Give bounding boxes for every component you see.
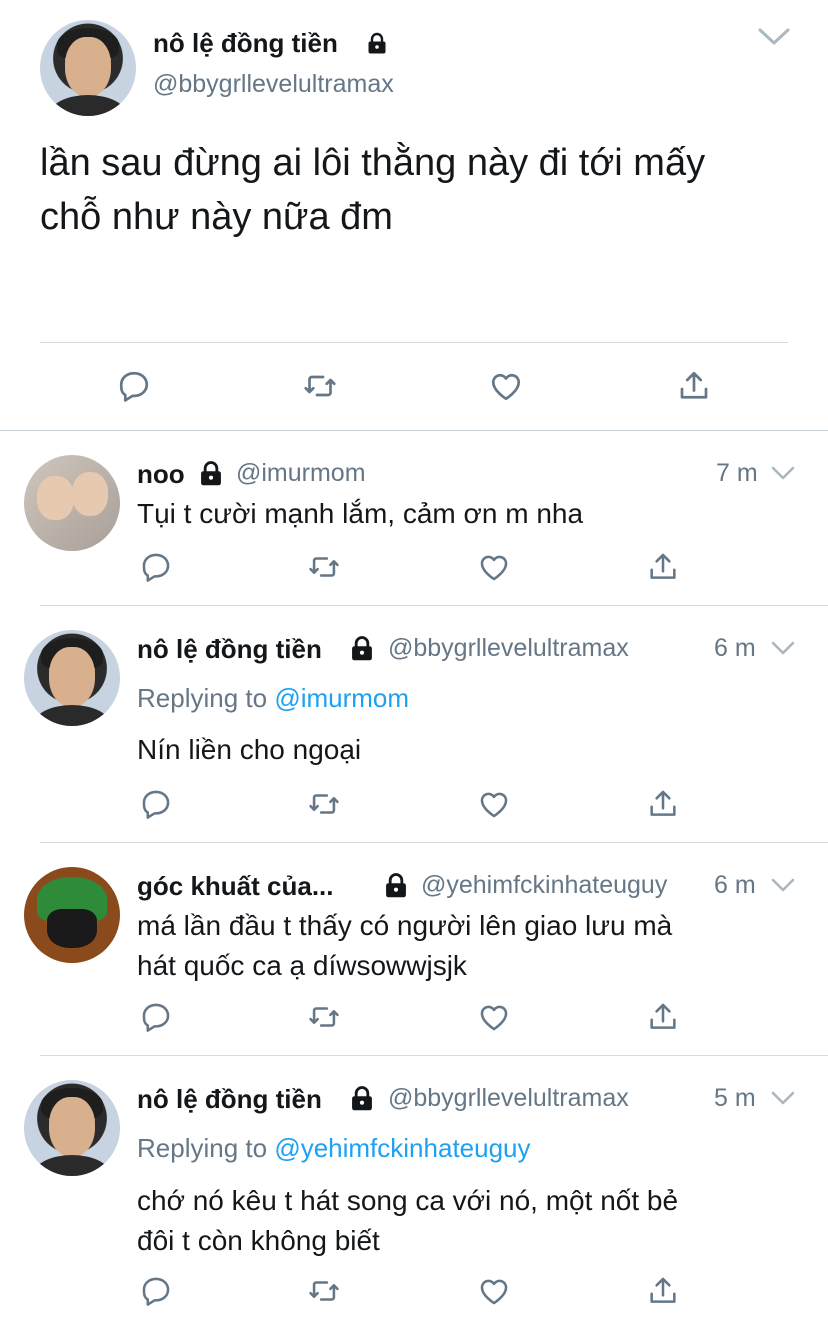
- reply-author-name[interactable]: góc khuất của...: [137, 871, 334, 902]
- share-icon[interactable]: [646, 550, 680, 584]
- retweet-icon[interactable]: [302, 368, 338, 404]
- section-divider: [0, 430, 828, 431]
- retweet-icon[interactable]: [307, 1274, 341, 1308]
- timestamp: 5 m: [714, 1084, 756, 1112]
- lock-icon: [201, 461, 221, 486]
- divider: [40, 1055, 828, 1056]
- timestamp: 6 m: [714, 871, 756, 899]
- lock-icon: [368, 32, 386, 54]
- share-icon[interactable]: [646, 1000, 680, 1034]
- timestamp: 6 m: [714, 634, 756, 662]
- reply-author-handle[interactable]: @imurmom: [236, 459, 366, 488]
- reply-author-name[interactable]: noo: [137, 459, 185, 490]
- reply-text-line: đôi t còn không biết: [137, 1225, 380, 1256]
- heart-icon[interactable]: [477, 550, 511, 584]
- retweet-icon[interactable]: [307, 787, 341, 821]
- timestamp: 7 m: [716, 459, 758, 487]
- replying-to: Replying to @yehimfckinhateuguy: [137, 1133, 531, 1164]
- heart-icon[interactable]: [488, 368, 524, 404]
- heart-icon[interactable]: [477, 1000, 511, 1034]
- reply-icon[interactable]: [139, 787, 173, 821]
- chevron-down-icon[interactable]: [770, 464, 796, 482]
- author-handle[interactable]: @bbygrllevelultramax: [153, 70, 394, 99]
- replying-label: Replying to: [137, 683, 268, 713]
- divider: [40, 842, 828, 843]
- reply-text: má lần đầu t thấy có người lên giao lưu …: [137, 906, 672, 986]
- reply-text: chớ nó kêu t hát song ca với nó, một nốt…: [137, 1181, 678, 1261]
- retweet-icon[interactable]: [307, 550, 341, 584]
- divider: [40, 342, 788, 343]
- avatar[interactable]: [24, 1080, 120, 1176]
- replying-to: Replying to @imurmom: [137, 683, 409, 714]
- avatar[interactable]: [24, 867, 120, 963]
- lock-icon: [352, 636, 372, 661]
- reply-author-name[interactable]: nô lệ đồng tiền: [137, 634, 322, 665]
- chevron-down-icon[interactable]: [770, 639, 796, 657]
- heart-icon[interactable]: [477, 1274, 511, 1308]
- reply-icon[interactable]: [139, 1274, 173, 1308]
- reply-icon[interactable]: [139, 550, 173, 584]
- reply-text-line: chớ nó kêu t hát song ca với nó, một nốt…: [137, 1185, 679, 1216]
- reply-icon[interactable]: [116, 368, 152, 404]
- reply-author-handle[interactable]: @bbygrllevelultramax: [388, 1084, 629, 1113]
- avatar[interactable]: [24, 630, 120, 726]
- reply-text-line: hát quốc ca ạ díwsowwjsjk: [137, 950, 467, 981]
- chevron-down-icon[interactable]: [770, 1089, 796, 1107]
- replying-label: Replying to: [137, 1133, 268, 1163]
- chevron-down-icon[interactable]: [757, 26, 791, 48]
- reply-text-line: má lần đầu t thấy có người lên giao lưu …: [137, 910, 673, 941]
- share-icon[interactable]: [646, 787, 680, 821]
- reply-text: Nín liền cho ngoại: [137, 734, 362, 765]
- mention-link[interactable]: @yehimfckinhateuguy: [274, 1133, 530, 1163]
- heart-icon[interactable]: [477, 787, 511, 821]
- tweet-text: lần sau đừng ai lôi thằng này đi tới mấy…: [40, 136, 705, 244]
- author-name[interactable]: nô lệ đồng tiền: [153, 28, 338, 59]
- mention-link[interactable]: @imurmom: [274, 683, 409, 713]
- reply-icon[interactable]: [139, 1000, 173, 1034]
- share-icon[interactable]: [646, 1274, 680, 1308]
- reply-text: Tụi t cười mạnh lắm, cảm ơn m nha: [137, 498, 584, 529]
- lock-icon: [352, 1086, 372, 1111]
- reply-author-handle[interactable]: @bbygrllevelultramax: [388, 634, 629, 663]
- lock-icon: [386, 873, 406, 898]
- tweet-text-line: lần sau đừng ai lôi thằng này đi tới mấy: [40, 142, 706, 184]
- tweet-text-line: chỗ như này nữa đm: [40, 196, 393, 238]
- reply-author-name[interactable]: nô lệ đồng tiền: [137, 1084, 322, 1115]
- reply-author-handle[interactable]: @yehimfckinhateuguy: [421, 871, 667, 900]
- divider: [40, 605, 828, 606]
- retweet-icon[interactable]: [307, 1000, 341, 1034]
- avatar[interactable]: [24, 455, 120, 551]
- avatar[interactable]: [40, 20, 136, 116]
- share-icon[interactable]: [676, 368, 712, 404]
- chevron-down-icon[interactable]: [770, 876, 796, 894]
